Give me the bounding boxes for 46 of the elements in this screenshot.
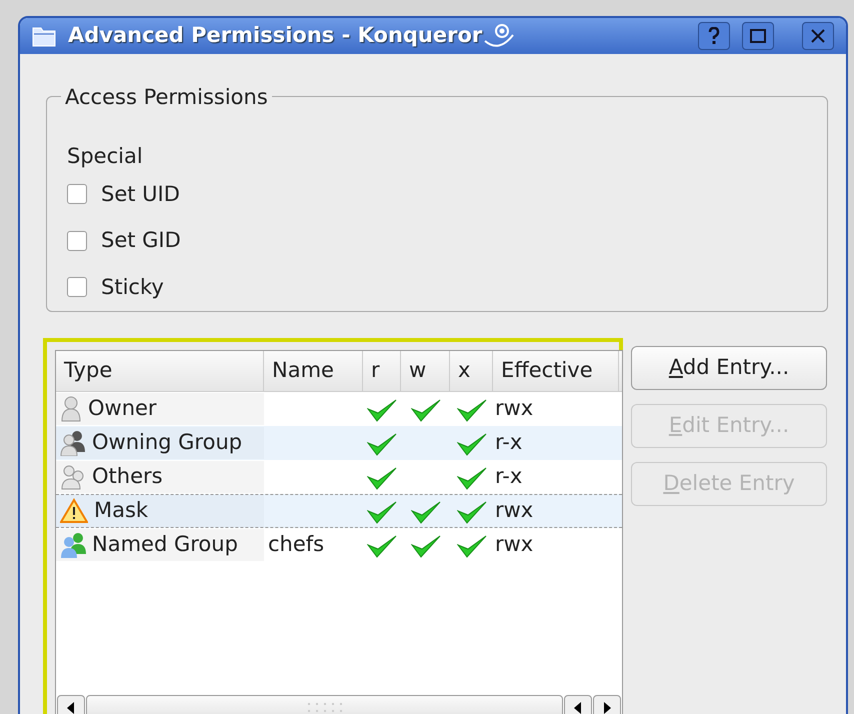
table-cell-text: Owning Group [92,429,242,456]
table-cell-text: rwx [495,531,534,558]
group-icon [60,532,86,558]
group-icon [60,464,86,490]
grip-icon [308,702,342,714]
checkbox-label: Set UID [101,180,180,208]
left-arrow-icon [574,702,582,714]
column-header[interactable]: x [450,351,493,391]
table-cell-text: r-x [495,429,522,456]
close-icon [811,29,825,43]
checkbox[interactable] [67,277,87,298]
checkbox[interactable] [67,230,87,251]
help-icon [708,27,720,45]
entry-button[interactable]: Add Entry... [631,346,827,390]
scroll-right-button[interactable] [593,695,621,714]
left-arrow-icon [67,702,75,714]
table-cell-text: Owner [88,395,157,422]
warning-icon [60,498,88,524]
close-button[interactable] [802,22,834,50]
column-header[interactable]: w [401,351,450,391]
checkbox-label: Set GID [101,227,181,254]
special-label: Special [67,143,143,170]
scroll-left-button[interactable] [564,695,592,714]
table-cell-text: Named Group [92,531,238,558]
column-header[interactable]: Effective [493,351,619,391]
window-title: Advanced Permissions - Konqueror [68,22,482,50]
checkbox-label: Sticky [101,274,164,300]
column-header[interactable]: Name [264,351,363,391]
column-header[interactable]: r [363,351,401,391]
maximize-icon [750,29,766,43]
maximize-button[interactable] [742,22,774,50]
scroll-left-button[interactable] [57,695,85,714]
folder-icon [32,25,56,47]
table-cell-text: chefs [268,531,324,558]
scrollbar-handle[interactable] [86,695,563,714]
group-icon [60,430,86,456]
checkbox[interactable] [67,184,87,204]
table-cell-text: rwx [495,395,534,422]
table-cell-text: Mask [94,497,148,524]
table-cell-text: r-x [495,463,522,490]
table-cell-text: Others [92,463,163,490]
help-button[interactable] [698,22,730,50]
column-header[interactable]: Type [56,351,264,391]
person-icon [60,396,82,422]
table-cell-text: rwx [495,497,534,524]
right-arrow-icon [603,702,611,714]
